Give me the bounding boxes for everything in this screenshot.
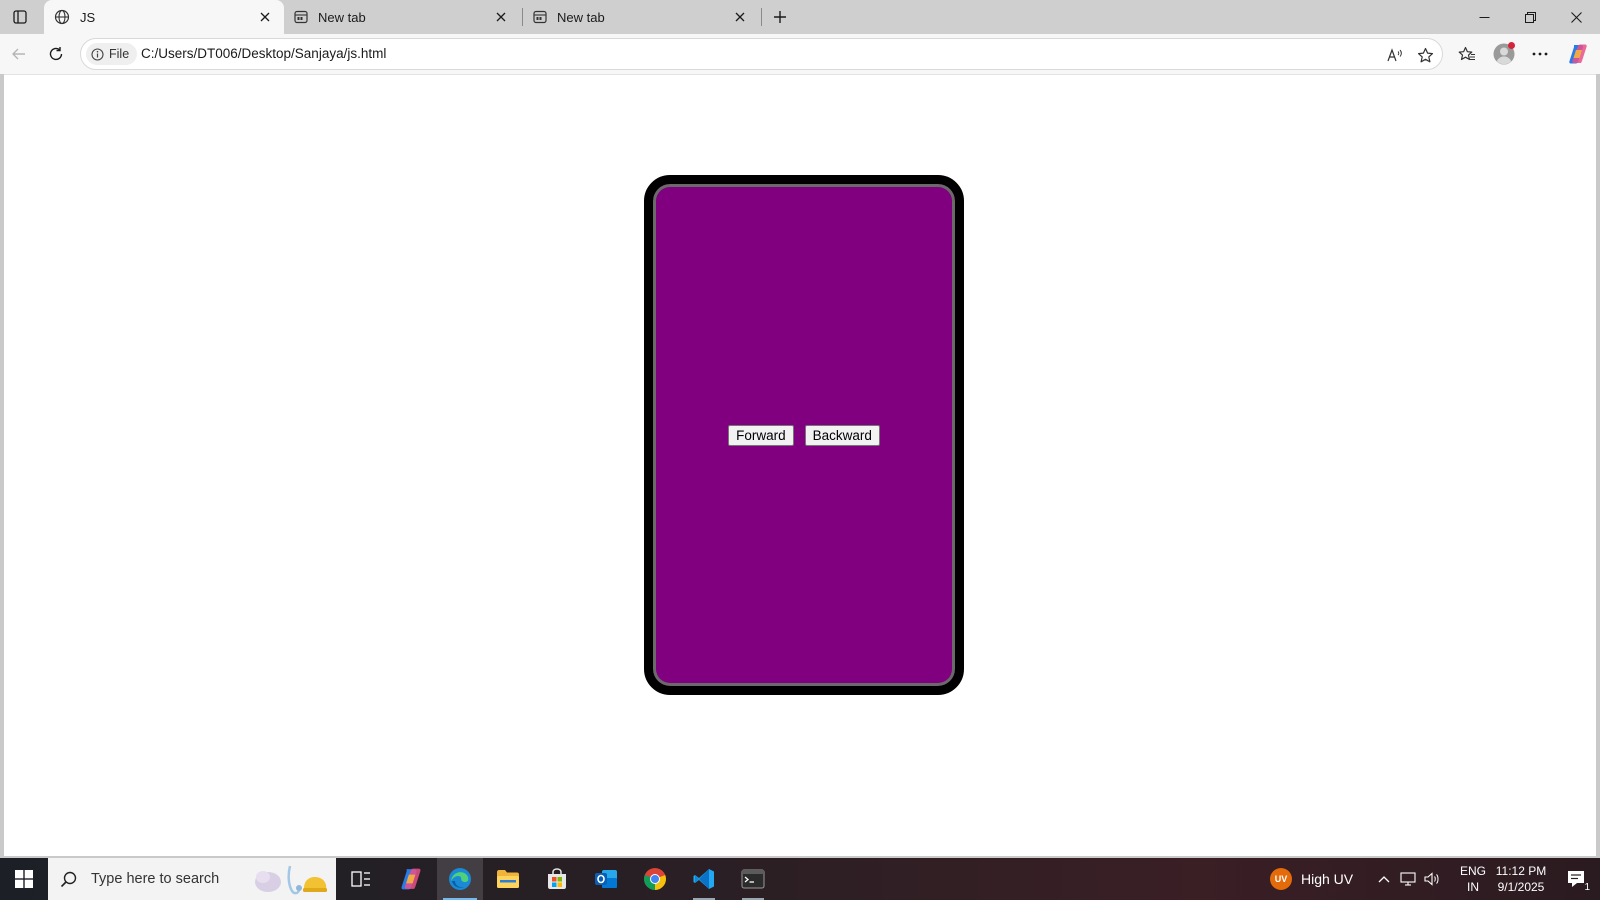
edge-icon [449, 868, 471, 890]
network-button[interactable] [1396, 858, 1420, 900]
read-aloud-button[interactable] [1382, 43, 1408, 67]
purple-device-frame: Forward Backward [644, 175, 964, 695]
search-icon [60, 871, 77, 887]
store-icon [548, 868, 566, 889]
favorite-star-button[interactable] [1412, 43, 1438, 67]
task-view-icon [351, 871, 370, 887]
windows-taskbar: Type here to search UV High UV ENG IN 11… [0, 858, 1600, 900]
folder-icon [497, 870, 519, 888]
taskbar-vscode-app[interactable] [681, 858, 727, 900]
tab-actions-button[interactable] [6, 5, 34, 29]
taskbar-store-app[interactable] [534, 858, 580, 900]
clock[interactable]: 11:12 PM 9/1/2025 [1490, 858, 1552, 900]
copilot-icon [401, 868, 421, 890]
tab-separator [761, 8, 762, 26]
tab-close-button[interactable] [492, 8, 510, 26]
taskbar-terminal-app[interactable] [730, 858, 776, 900]
network-icon [1400, 872, 1416, 886]
notification-count: 1 [1584, 882, 1590, 893]
tab-title: New tab [318, 9, 366, 25]
tab-js[interactable]: JS [44, 0, 284, 34]
task-view-button[interactable] [338, 858, 384, 900]
read-aloud-icon [1387, 48, 1402, 62]
volume-button[interactable] [1420, 858, 1444, 900]
language-region: IN [1466, 880, 1479, 894]
copilot-icon [1569, 44, 1587, 64]
info-icon [91, 47, 104, 61]
search-placeholder: Type here to search [91, 871, 220, 887]
clock-date: 9/1/2025 [1497, 880, 1545, 894]
taskbar-file-explorer-app[interactable] [485, 858, 531, 900]
refresh-icon [49, 47, 63, 61]
language-indicator[interactable]: ENG IN [1453, 858, 1493, 900]
notification-icon [1568, 871, 1584, 887]
address-bar[interactable]: File C:/Users/DT006/Desktop/Sanjaya/js.h… [80, 38, 1443, 70]
close-icon [1570, 11, 1582, 23]
profile-button[interactable] [1489, 39, 1519, 69]
show-hidden-icons-button[interactable] [1372, 858, 1396, 900]
newtab-page-icon [294, 10, 308, 24]
taskbar-outlook-app[interactable] [583, 858, 629, 900]
close-window-button[interactable] [1553, 0, 1599, 34]
back-button[interactable] [4, 39, 34, 69]
tab-new-1[interactable]: New tab [284, 0, 520, 34]
more-horizontal-icon [1532, 52, 1548, 56]
backward-button[interactable]: Backward [804, 424, 880, 446]
clock-time: 11:12 PM [1495, 864, 1547, 878]
refresh-button[interactable] [41, 39, 71, 69]
tab-actions-icon [13, 10, 27, 24]
arrow-left-icon [12, 48, 25, 60]
weather-widget[interactable]: UV High UV [1270, 858, 1353, 900]
taskbar-copilot-app[interactable] [388, 858, 434, 900]
restore-icon [1524, 11, 1536, 23]
notification-center-button[interactable]: 1 [1556, 858, 1596, 900]
weather-text: High UV [1301, 871, 1354, 887]
copilot-button[interactable] [1563, 39, 1593, 69]
tab-close-button[interactable] [256, 8, 274, 26]
settings-more-button[interactable] [1525, 39, 1555, 69]
browser-toolbar: File C:/Users/DT006/Desktop/Sanjaya/js.h… [0, 34, 1600, 74]
minimize-icon [1479, 16, 1489, 18]
globe-icon [54, 9, 70, 25]
star-icon [1417, 47, 1433, 62]
tab-close-button[interactable] [731, 8, 749, 26]
minimize-button[interactable] [1461, 0, 1507, 34]
new-tab-button[interactable] [767, 4, 793, 30]
tab-title: New tab [557, 9, 605, 25]
close-icon [496, 12, 506, 22]
newtab-page-icon [533, 10, 547, 24]
language-code: ENG [1459, 864, 1486, 878]
outlook-icon [595, 870, 617, 888]
device-controls: Forward Backward [653, 184, 955, 686]
tab-strip: JS New tab New tab [0, 0, 1600, 34]
profile-alert-badge [1508, 42, 1515, 49]
site-info-chip[interactable]: File [86, 43, 138, 65]
vscode-icon [693, 869, 714, 889]
favorites-button[interactable] [1452, 39, 1482, 69]
chevron-up-icon [1378, 876, 1390, 883]
url-text[interactable]: C:/Users/DT006/Desktop/Sanjaya/js.html [141, 46, 386, 61]
tab-new-2[interactable]: New tab [523, 0, 759, 34]
taskbar-chrome-app[interactable] [632, 858, 678, 900]
speaker-icon [1424, 872, 1439, 886]
favorites-icon [1458, 46, 1475, 60]
tab-title: JS [80, 9, 96, 25]
search-highlight-art-icon [255, 865, 327, 895]
system-tray-icons [1372, 858, 1444, 900]
close-icon [260, 12, 270, 22]
chrome-icon [644, 868, 666, 890]
uv-badge: UV [1270, 868, 1292, 890]
plus-icon [774, 11, 786, 23]
start-button[interactable] [0, 858, 48, 900]
forward-button[interactable]: Forward [728, 424, 794, 446]
close-icon [735, 12, 745, 22]
windows-logo-icon [15, 870, 33, 888]
page-viewport: Forward Backward [4, 74, 1596, 856]
restore-button[interactable] [1507, 0, 1553, 34]
taskbar-edge-app[interactable] [437, 858, 483, 900]
site-chip-label: File [109, 47, 130, 61]
taskbar-search-box[interactable]: Type here to search [48, 858, 336, 900]
terminal-icon [741, 869, 765, 889]
